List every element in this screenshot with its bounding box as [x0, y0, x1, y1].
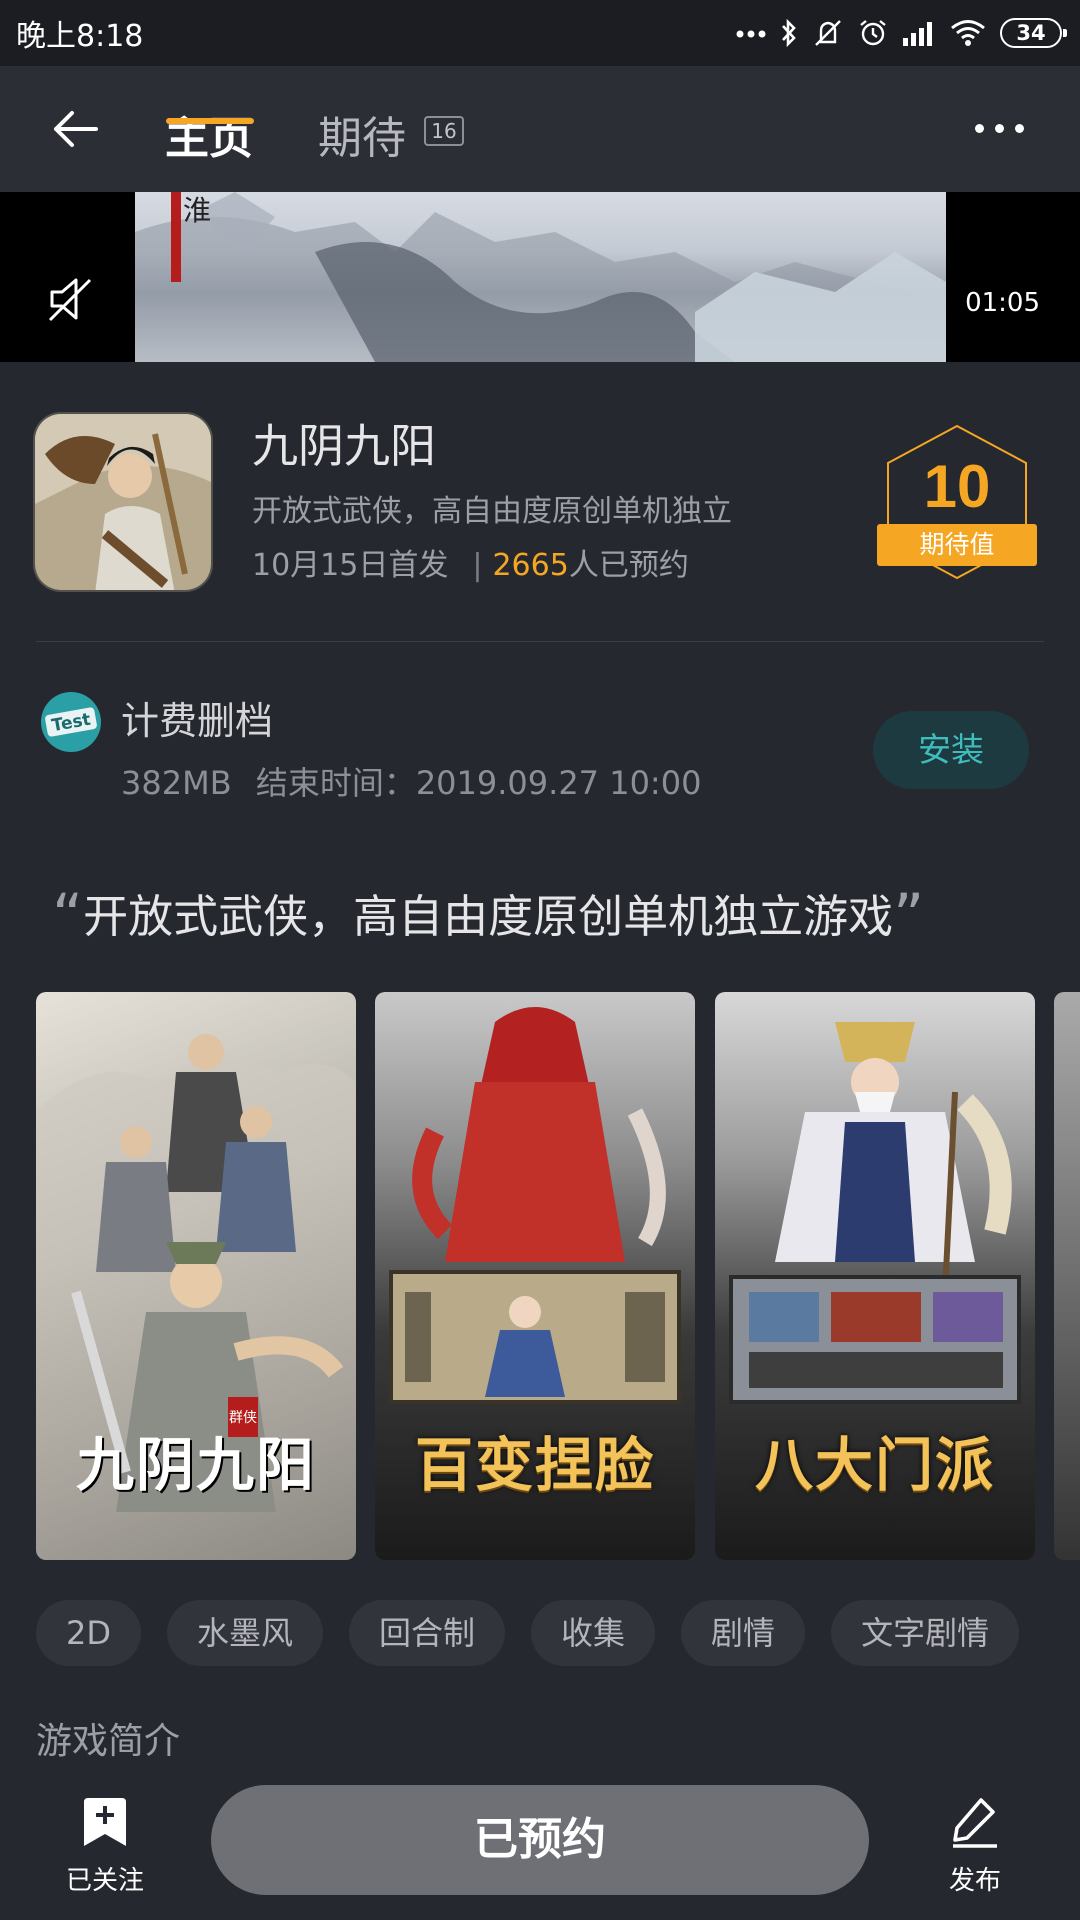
reservation-count: 2665	[492, 548, 569, 583]
test-meta: 382MB 结束时间：2019.09.27 10:00	[121, 758, 701, 804]
status-time: 晚上8:18	[16, 19, 144, 54]
video-time: 01:05	[965, 288, 1040, 318]
release-separator: |	[472, 548, 483, 583]
screenshot-carousel[interactable]: 群侠 九阴九阳 百变捏脸 八大门派	[0, 992, 1080, 1560]
tag-item[interactable]: 水墨风	[167, 1600, 324, 1666]
follow-button[interactable]: 已关注	[50, 1796, 160, 1897]
top-nav-bar: 主页 期待 16	[0, 66, 1080, 192]
wifi-icon	[951, 20, 985, 46]
game-title: 九阴九阳	[252, 419, 436, 473]
tag-item[interactable]: 回合制	[349, 1600, 506, 1666]
quote-text: 开放式武侠，高自由度原创单机独立游戏	[83, 890, 894, 943]
quote-close: ”	[893, 881, 925, 951]
tag-item[interactable]: 文字剧情	[831, 1600, 1020, 1666]
test-size: 382MB	[121, 764, 232, 802]
screenshot-2[interactable]: 百变捏脸	[375, 992, 695, 1560]
video-frame[interactable]: 淮	[135, 192, 946, 362]
pencil-icon	[953, 1798, 997, 1848]
tab-expect[interactable]: 期待	[318, 102, 406, 166]
follow-label: 已关注	[65, 1866, 144, 1896]
screenshot-3-caption: 八大门派	[754, 1431, 995, 1499]
screenshot-4-partial[interactable]	[1054, 992, 1080, 1560]
intro-section-title: 游戏简介	[36, 1721, 181, 1762]
battery-icon: 34	[1000, 18, 1067, 48]
screenshot-1-caption: 九阴九阳	[75, 1431, 316, 1499]
divider	[36, 641, 1044, 642]
publish-label: 发布	[948, 1866, 1001, 1896]
bottom-action-bar: 已关注 已预约 发布	[0, 1770, 1080, 1920]
bookmark-plus-icon	[84, 1798, 126, 1846]
more-dots-icon	[736, 30, 766, 38]
test-badge-icon: Test	[40, 691, 102, 753]
quote-open: “	[52, 881, 84, 951]
tab-expect-badge: 16	[424, 116, 464, 146]
screenshot-1[interactable]: 群侠 九阴九阳	[36, 992, 356, 1560]
test-end-time: 结束时间：2019.09.27 10:00	[255, 764, 702, 802]
screenshot-3[interactable]: 八大门派	[715, 992, 1035, 1560]
more-options-icon[interactable]	[975, 124, 1024, 133]
release-date: 10月15日首发	[252, 548, 449, 583]
tab-home[interactable]: 主页	[165, 102, 253, 166]
install-button[interactable]: 安装	[873, 711, 1029, 789]
battery-level: 34	[1016, 21, 1046, 45]
back-arrow-icon[interactable]	[50, 104, 110, 154]
tag-item[interactable]: 2D	[36, 1600, 141, 1666]
video-player[interactable]: 淮 01:05	[0, 192, 1080, 362]
game-release-info: 10月15日首发 | 2665人已预约	[252, 540, 689, 584]
test-title: 计费删档	[121, 699, 274, 743]
score-value: 10	[923, 453, 991, 520]
active-tab-indicator	[166, 118, 254, 124]
tag-list: 2D 水墨风 回合制 收集 剧情 文字剧情	[36, 1600, 1046, 1666]
signal-icon	[903, 22, 932, 46]
video-calligraphy: 淮	[183, 194, 211, 227]
bluetooth-icon	[782, 18, 796, 48]
mute-icon[interactable]	[46, 276, 96, 322]
game-icon	[33, 412, 213, 592]
reservation-suffix: 人已预约	[568, 548, 689, 583]
score-label: 期待值	[877, 524, 1037, 566]
status-icons: 34	[736, 18, 1067, 48]
publish-button[interactable]: 发布	[920, 1796, 1030, 1897]
status-bar: 晚上8:18 34	[0, 0, 1080, 66]
tag-item[interactable]: 剧情	[681, 1600, 806, 1666]
game-tagline: 开放式武侠，高自由度原创单机独立	[252, 494, 732, 529]
tag-item[interactable]: 收集	[531, 1600, 656, 1666]
screenshot-2-caption: 百变捏脸	[414, 1431, 655, 1499]
ink-landscape-image: 淮	[135, 192, 946, 362]
alarm-icon	[860, 20, 886, 46]
mute-vibrate-icon	[815, 20, 841, 46]
game-quote: “开放式武侠，高自由度原创单机独立游戏”	[52, 880, 1042, 951]
reserved-button[interactable]: 已预约	[211, 1785, 869, 1895]
